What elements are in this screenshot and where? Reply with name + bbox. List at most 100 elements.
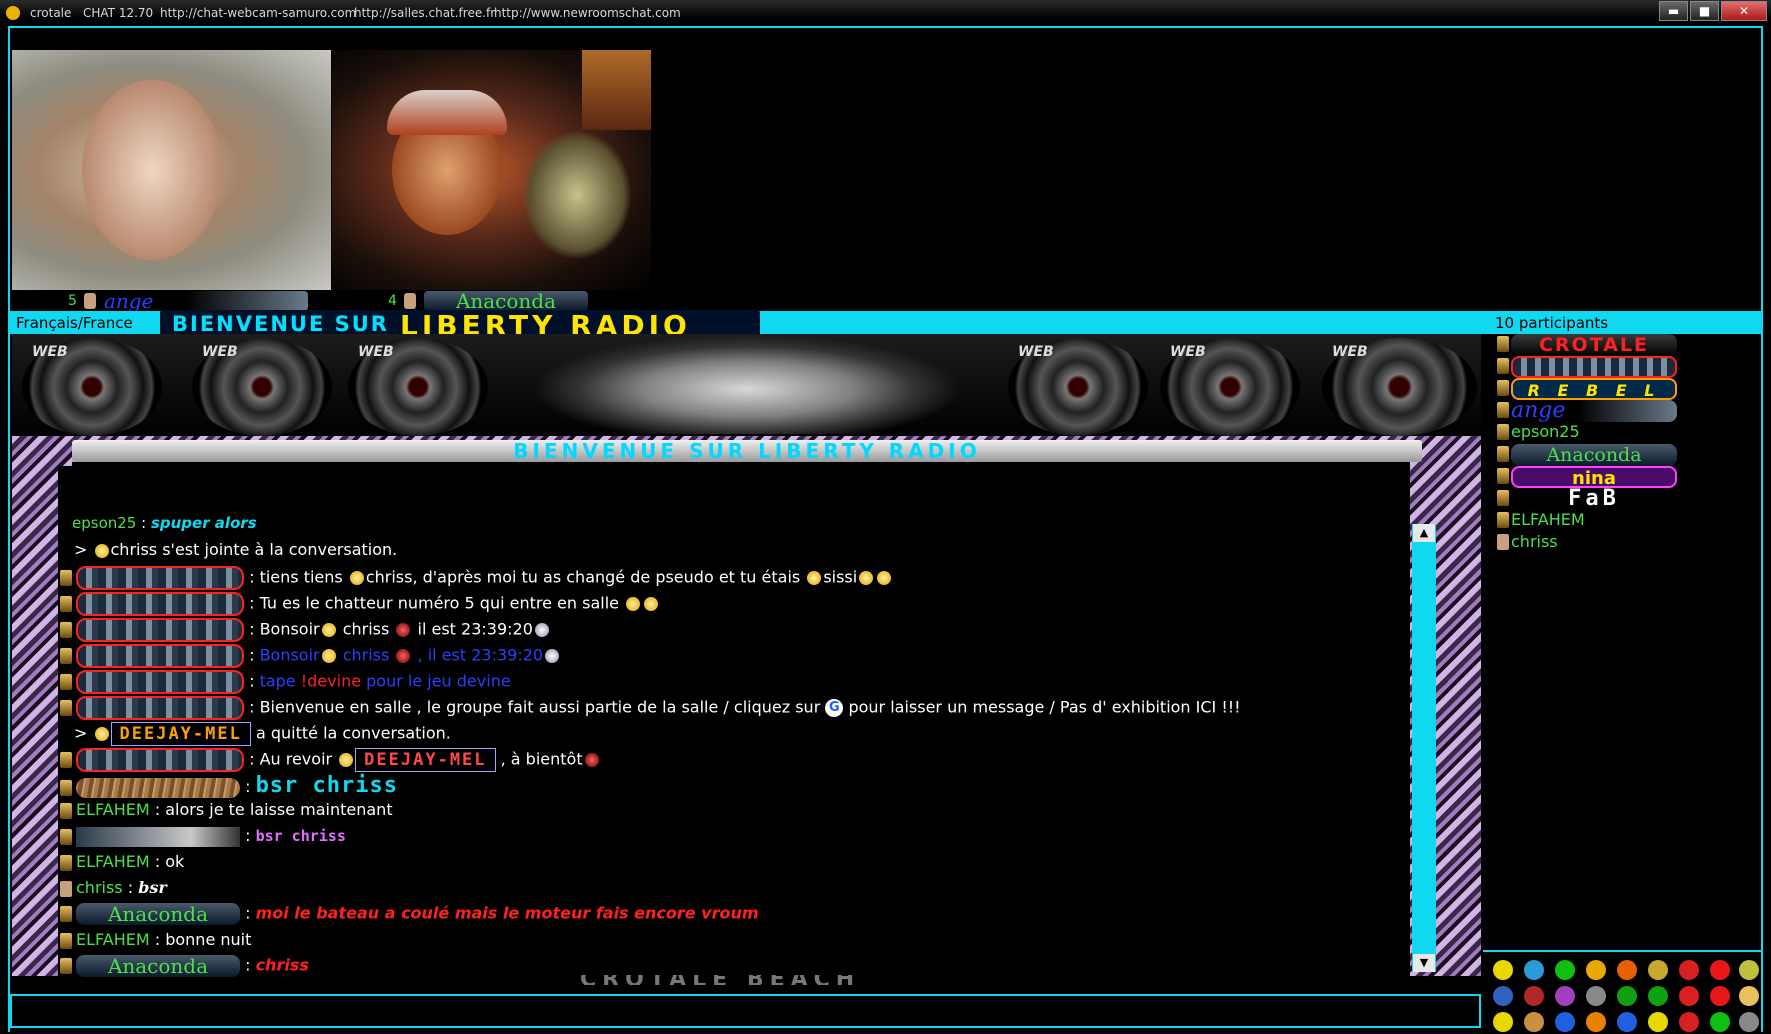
gun2-icon[interactable] (1739, 1012, 1759, 1032)
a-icon[interactable] (1555, 1012, 1575, 1032)
user-list-item[interactable]: nina (1497, 466, 1677, 489)
chat-message: : Bienvenue en salle , le groupe fait au… (60, 696, 1241, 720)
user-nick-plate[interactable] (76, 748, 244, 772)
phone-icon[interactable] (1648, 986, 1668, 1006)
app-name: crotale (30, 6, 72, 20)
webcam-ange[interactable] (12, 50, 331, 290)
user-status-icon (60, 854, 72, 871)
message-text: a quitté la conversation. (255, 723, 451, 743)
user-nick-plate[interactable] (76, 618, 244, 642)
user-nick-plate[interactable]: DEEJAY-MEL (110, 722, 251, 746)
user-status-icon (60, 932, 72, 949)
user-list-item[interactable]: Anaconda (1497, 444, 1677, 466)
flag-icon (1497, 358, 1509, 374)
webcam-person (82, 80, 222, 260)
cam-viewer-count: 5 (68, 293, 77, 309)
maximize-button[interactable]: ■ (1690, 1, 1719, 21)
user-list-item[interactable] (1497, 356, 1677, 378)
app-version: CHAT 12.70 (83, 6, 154, 20)
user-list-item[interactable]: FaB (1497, 488, 1677, 510)
pen-icon[interactable] (1493, 986, 1513, 1006)
music-icon[interactable] (1555, 986, 1575, 1006)
orange-icon[interactable] (1617, 960, 1637, 980)
message-nick[interactable]: ELFAHEM (76, 800, 150, 819)
chat-message: : Bonsoir chriss il est 23:39:20 (60, 618, 551, 642)
block-icon[interactable] (1710, 986, 1730, 1006)
banner-welcome: BIENVENUE SUR (172, 312, 389, 336)
laugh-icon[interactable] (1739, 960, 1759, 980)
check-icon[interactable] (1710, 1012, 1730, 1032)
user-list-item[interactable]: ange (1497, 400, 1677, 422)
message-input[interactable] (16, 999, 1475, 1025)
message-text: bonne nuit (165, 930, 252, 949)
user-nick-plate[interactable] (76, 592, 244, 616)
message-text: chriss s'est jointe à la conversation. (110, 540, 398, 559)
user-status-icon (60, 648, 72, 664)
user-nick-plate[interactable] (76, 566, 244, 590)
stop-icon[interactable] (1710, 960, 1730, 980)
gun-icon[interactable] (1739, 986, 1759, 1006)
user-status-icon (60, 906, 72, 922)
dj-turntable-graphic (532, 334, 962, 434)
message-nick[interactable]: epson25 (72, 514, 136, 532)
scroll-down-button[interactable]: ▼ (1413, 954, 1435, 972)
sun-icon[interactable] (1586, 960, 1606, 980)
link-chat-webcam[interactable]: http://chat-webcam-samuro.com (160, 6, 356, 20)
message-text: moi le bateau a coulé mais le moteur fai… (255, 903, 759, 923)
user-list-item[interactable]: CROTALE (1497, 334, 1677, 356)
minimize-button[interactable]: ▬ (1659, 1, 1688, 21)
user-list-item[interactable]: epson25 (1497, 422, 1580, 444)
webcam-background (582, 50, 651, 130)
user-nick-plate[interactable]: Anaconda (76, 955, 240, 977)
green-smiley-icon[interactable] (1555, 960, 1575, 980)
user-list-item[interactable]: R E B E L (1497, 378, 1677, 400)
user-nick-plate[interactable]: Anaconda (76, 903, 240, 925)
user-status-icon (60, 779, 72, 796)
scroll-up-button[interactable]: ▲ (1413, 524, 1435, 542)
user-status-icon (60, 622, 72, 638)
flag-icon (1497, 424, 1509, 440)
link-newroomschat[interactable]: http://www.newroomschat.com (494, 6, 681, 20)
user-nick-plate[interactable] (76, 696, 244, 720)
speaker-graphic: WEB (1160, 338, 1300, 436)
exit-icon[interactable] (1679, 1012, 1699, 1032)
webcam-icon (1497, 446, 1509, 462)
user-list[interactable]: CROTALE R E B E L ange epson25 Anaconda … (1483, 334, 1761, 950)
guestbook-icon[interactable]: G (825, 699, 844, 717)
user-status-icon (60, 828, 72, 845)
speech-icon[interactable] (1493, 1012, 1513, 1032)
red-icon[interactable] (1679, 960, 1699, 980)
message-nick[interactable]: ELFAHEM (76, 930, 150, 949)
beer-icon[interactable] (1524, 1012, 1544, 1032)
heart-icon[interactable] (1524, 986, 1544, 1006)
g-icon[interactable] (1617, 1012, 1637, 1032)
smiley-icon[interactable] (1493, 960, 1513, 980)
star-icon[interactable] (1586, 1012, 1606, 1032)
webcam-cap (387, 90, 507, 135)
user-nick-plate[interactable] (76, 644, 244, 668)
user-status-icon (60, 958, 72, 974)
p-icon[interactable] (1617, 986, 1637, 1006)
alarm-icon[interactable] (1679, 986, 1699, 1006)
user-list-item[interactable]: ELFAHEM (1497, 510, 1585, 532)
chat-scrollbar[interactable]: ▲ ▼ (1412, 524, 1436, 972)
link-salles-chat[interactable]: http://salles.chat.free.fr (354, 6, 495, 20)
user-avatar-icon (1497, 534, 1509, 550)
kiss-icon[interactable] (1648, 1012, 1668, 1032)
mic-icon[interactable] (1586, 986, 1606, 1006)
ie-icon[interactable] (1524, 960, 1544, 980)
message-nick[interactable]: ELFAHEM (76, 852, 150, 871)
cam-nick-plate: Anaconda (424, 291, 588, 311)
flag-icon (1497, 490, 1509, 506)
wink-icon[interactable] (1648, 960, 1668, 980)
webcam-icon (1497, 402, 1509, 418)
rose-icon (584, 753, 599, 767)
webcam-anaconda[interactable] (332, 50, 651, 290)
user-list-item[interactable]: chriss (1497, 532, 1558, 554)
user-nick-plate[interactable] (76, 777, 240, 798)
close-button[interactable]: ✕ (1721, 1, 1767, 21)
message-nick[interactable]: chriss (76, 878, 123, 897)
room-header-image: WEB WEB WEB WEB WEB WEB (12, 334, 1481, 436)
user-nick-plate[interactable] (76, 826, 240, 847)
user-nick-plate[interactable] (76, 670, 244, 694)
